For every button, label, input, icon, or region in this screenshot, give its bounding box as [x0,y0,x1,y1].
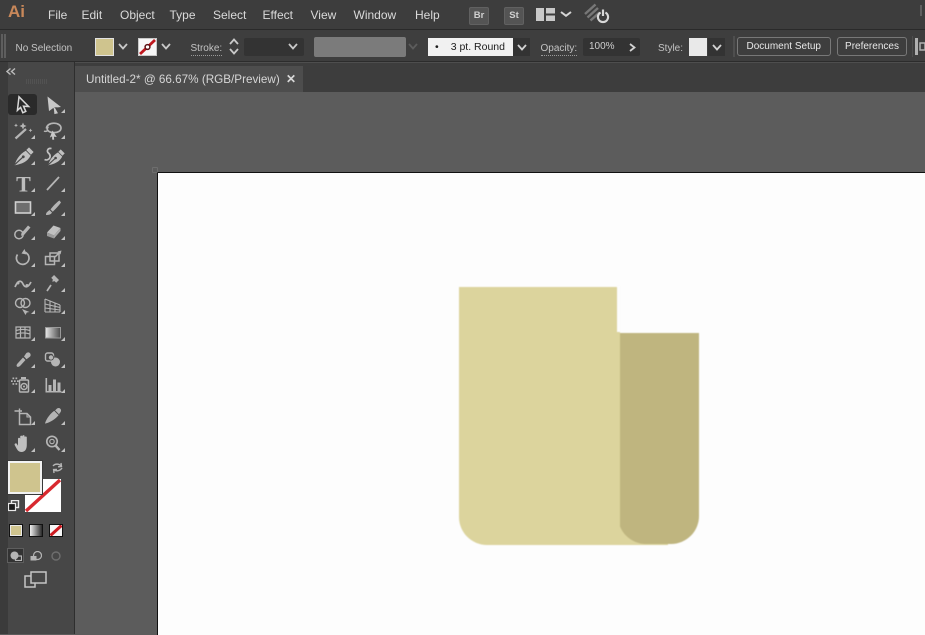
svg-text:T: T [16,173,31,194]
